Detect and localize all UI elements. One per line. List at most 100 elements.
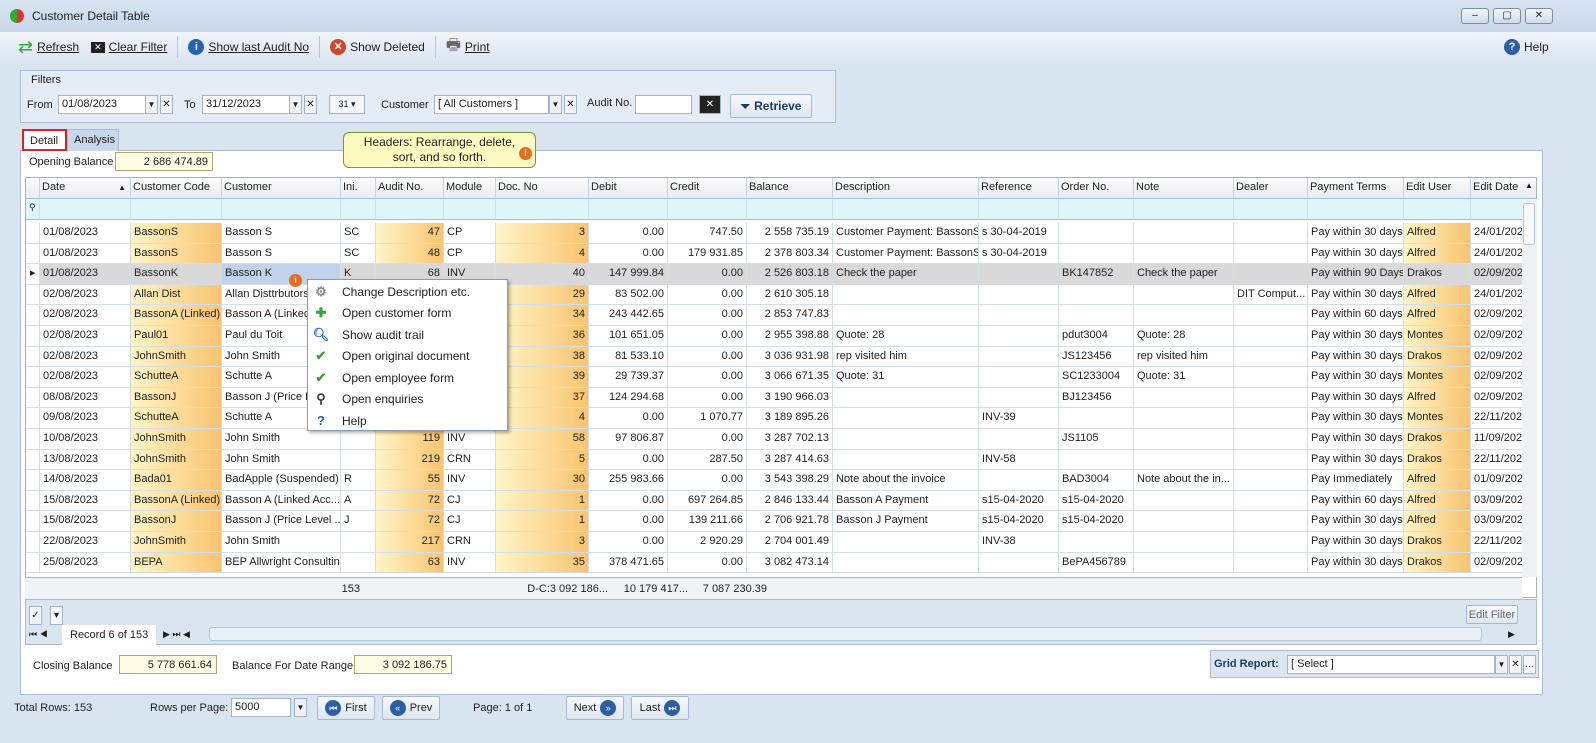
table-cell[interactable]: 0.00	[668, 264, 747, 285]
help-button[interactable]: ? Help	[1500, 39, 1553, 55]
table-cell[interactable]	[1234, 449, 1308, 471]
to-date-dropdown[interactable]: ▼	[289, 95, 302, 114]
table-cell[interactable]: 29	[496, 284, 589, 306]
table-cell[interactable]: 0.00	[589, 490, 668, 512]
table-cell[interactable]: 83 502.00	[589, 284, 668, 306]
table-cell[interactable]: 219	[376, 449, 444, 471]
from-date-input[interactable]: 01/08/2023	[58, 95, 146, 114]
table-cell[interactable]: CJ	[444, 490, 496, 512]
table-cell[interactable]: rep visited him	[1134, 346, 1234, 368]
table-cell[interactable]: 30	[496, 470, 589, 491]
table-cell[interactable]: 0.00	[668, 305, 747, 326]
table-cell[interactable]: Drakos	[1404, 532, 1471, 553]
table-cell[interactable]: 1	[496, 511, 589, 532]
table-cell[interactable]: 3 190 966.03	[747, 387, 833, 409]
table-cell[interactable]: 97 806.87	[589, 429, 668, 450]
table-cell[interactable]: 2 558 735.19	[747, 223, 833, 244]
table-cell[interactable]: Basson S	[222, 243, 341, 265]
table-cell[interactable]: Alfred	[1404, 470, 1471, 491]
table-cell[interactable]: SchutteA	[131, 367, 222, 388]
table-cell[interactable]	[1234, 532, 1308, 553]
table-cell[interactable]	[1234, 429, 1308, 450]
table-cell[interactable]	[1134, 490, 1234, 512]
table-cell[interactable]: 2 610 305.18	[747, 284, 833, 306]
grid-report-clear[interactable]: ✕	[1509, 655, 1522, 674]
table-cell[interactable]: 81 533.10	[589, 346, 668, 368]
filter-cell[interactable]	[1308, 199, 1404, 220]
close-button[interactable]: ✕	[1525, 8, 1553, 24]
clear-filter-button[interactable]: ✕ Clear Filter	[87, 40, 171, 54]
table-cell[interactable]	[1059, 449, 1134, 471]
calendar-button[interactable]: 31 ▾	[329, 95, 365, 114]
table-cell[interactable]: 25/08/2023	[40, 552, 131, 574]
table-cell[interactable]	[1234, 326, 1308, 347]
column-header[interactable]: Module	[444, 178, 496, 199]
table-cell[interactable]: DIT Comput...	[1234, 284, 1308, 306]
table-cell[interactable]: 0.00	[668, 284, 747, 306]
table-cell[interactable]: Pay within 30 days	[1308, 408, 1404, 429]
table-cell[interactable]: JohnSmith	[131, 429, 222, 450]
table-cell[interactable]	[833, 532, 979, 553]
column-header[interactable]: Ini.	[341, 178, 376, 199]
table-cell[interactable]: Drakos	[1404, 429, 1471, 450]
table-cell[interactable]: 0.00	[668, 552, 747, 574]
print-button[interactable]: 🖶 Print	[442, 34, 494, 61]
table-cell[interactable]	[979, 264, 1059, 285]
filter-cell[interactable]	[444, 199, 496, 220]
rows-per-page-dropdown[interactable]: ▼	[294, 698, 307, 717]
table-cell[interactable]: BassonS	[131, 223, 222, 244]
table-cell[interactable]: 2 378 803.34	[747, 243, 833, 265]
table-cell[interactable]: BJ123456	[1059, 387, 1134, 409]
table-cell[interactable]: 10/08/2023	[40, 429, 131, 450]
table-cell[interactable]: s15-04-2020	[1059, 511, 1134, 532]
table-cell[interactable]: Alfred	[1404, 387, 1471, 409]
table-cell[interactable]: 24/01/202	[1471, 284, 1526, 306]
grid-report-select[interactable]: [ Select ]	[1287, 655, 1495, 674]
to-date-input[interactable]: 31/12/2023	[202, 95, 290, 114]
table-cell[interactable]: Pay within 30 days	[1308, 326, 1404, 347]
table-cell[interactable]: BadApple (Suspended)	[222, 470, 341, 491]
table-cell[interactable]: 217	[376, 532, 444, 553]
table-cell[interactable]: CRN	[444, 449, 496, 471]
table-cell[interactable]: 39	[496, 367, 589, 388]
table-cell[interactable]: 0.00	[668, 429, 747, 450]
table-cell[interactable]	[833, 305, 979, 326]
table-cell[interactable]	[1134, 408, 1234, 429]
filter-cell[interactable]	[668, 199, 747, 220]
table-cell[interactable]: Allan Dist	[131, 284, 222, 306]
table-cell[interactable]: Alfred	[1404, 223, 1471, 244]
table-cell[interactable]: INV	[444, 552, 496, 574]
table-cell[interactable]: 4	[496, 243, 589, 265]
table-cell[interactable]: 1 070.77	[668, 408, 747, 429]
table-cell[interactable]: Pay within 30 days	[1308, 387, 1404, 409]
table-cell[interactable]: 2 853 747.83	[747, 305, 833, 326]
table-cell[interactable]	[1134, 532, 1234, 553]
table-cell[interactable]: 747.50	[668, 223, 747, 244]
table-cell[interactable]	[1134, 223, 1234, 244]
maximize-button[interactable]: ▢	[1493, 8, 1521, 24]
table-cell[interactable]: 02/08/2023	[40, 346, 131, 368]
table-cell[interactable]	[341, 449, 376, 471]
table-cell[interactable]: A	[341, 490, 376, 512]
table-cell[interactable]	[341, 532, 376, 553]
table-cell[interactable]: 08/08/2023	[40, 387, 131, 409]
horizontal-scrollbar[interactable]	[209, 627, 1482, 641]
minimize-button[interactable]: –	[1461, 8, 1489, 24]
table-cell[interactable]: Pay within 30 days	[1308, 532, 1404, 553]
table-cell[interactable]	[979, 552, 1059, 574]
table-cell[interactable]	[1234, 408, 1308, 429]
table-cell[interactable]: 15/08/2023	[40, 490, 131, 512]
column-header[interactable]: Doc. No	[496, 178, 589, 199]
table-cell[interactable]: JS123456	[1059, 346, 1134, 368]
table-cell[interactable]: Pay within 30 days	[1308, 552, 1404, 574]
context-menu-item[interactable]: ⚲ Open enquiries	[308, 389, 507, 410]
customer-select[interactable]: [ All Customers ]	[434, 95, 549, 114]
table-cell[interactable]	[1134, 305, 1234, 326]
table-cell[interactable]: Customer Payment: BassonS	[833, 223, 979, 244]
audit-clear-button[interactable]: ✕	[699, 95, 721, 114]
table-cell[interactable]: 3 066 671.35	[747, 367, 833, 388]
table-cell[interactable]: 3	[496, 223, 589, 244]
rows-per-page-input[interactable]: 5000	[231, 698, 291, 717]
table-cell[interactable]	[341, 429, 376, 450]
table-cell[interactable]: s15-04-2020	[1059, 490, 1134, 512]
